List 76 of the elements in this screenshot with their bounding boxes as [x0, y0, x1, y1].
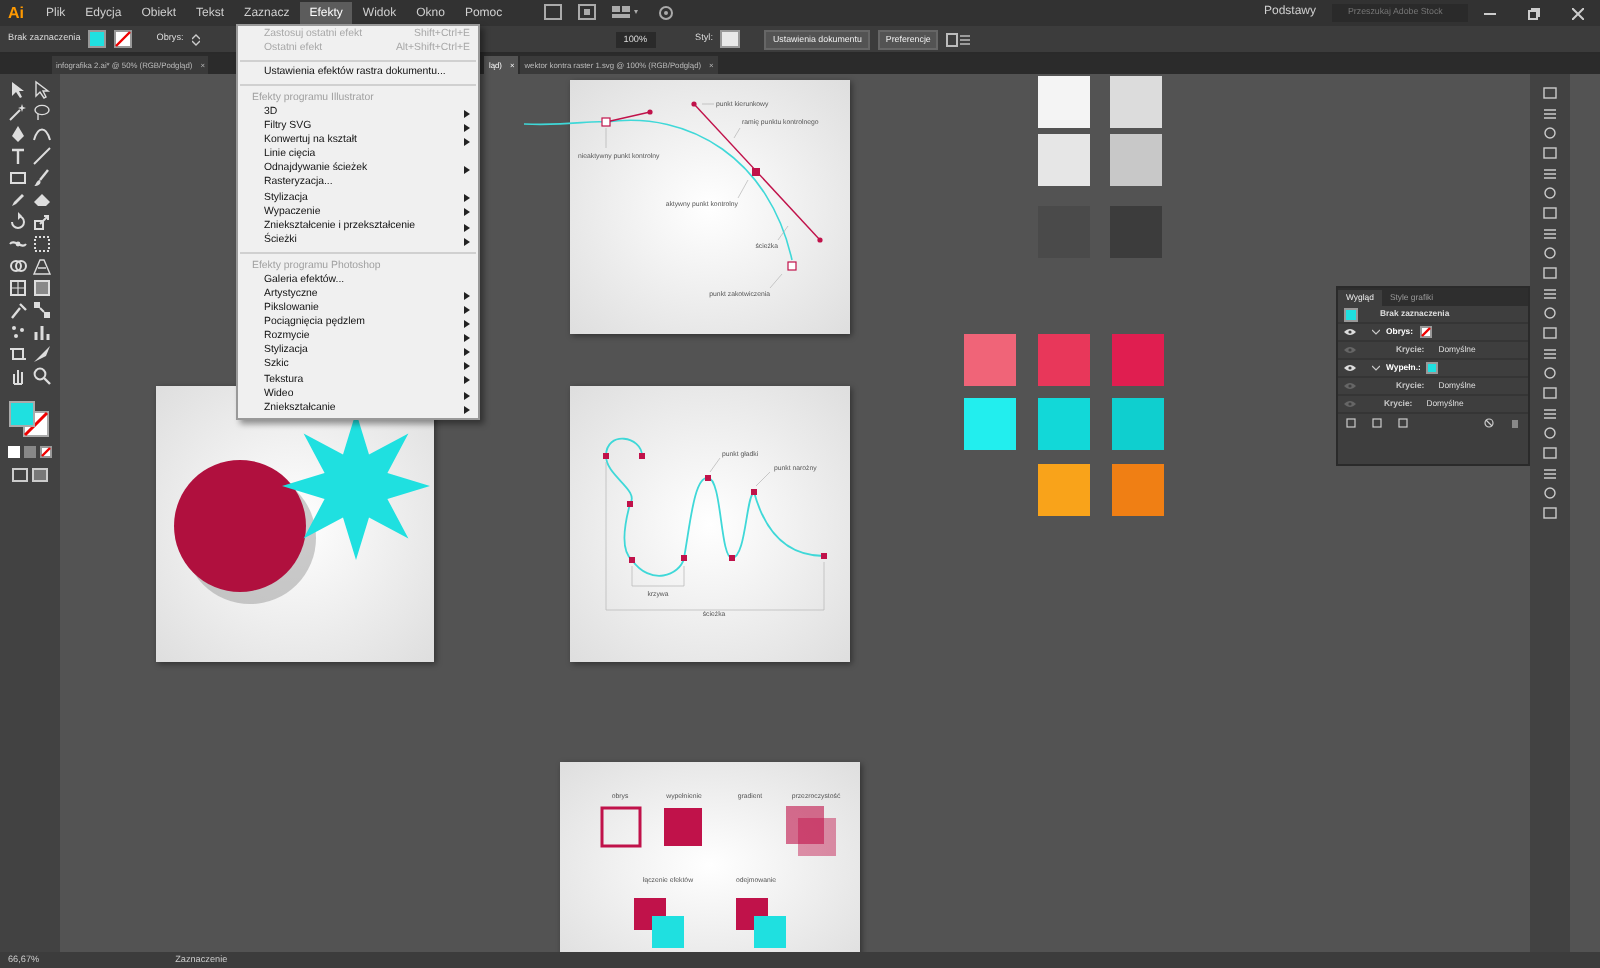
outlined-square — [600, 806, 642, 848]
stroke-swatch[interactable] — [1419, 326, 1431, 338]
zoom-icon[interactable] — [32, 366, 52, 386]
combined-squares — [634, 898, 684, 948]
rotate-icon[interactable] — [8, 212, 28, 232]
eraser-icon[interactable] — [32, 190, 52, 210]
panel-icon[interactable] — [1542, 466, 1558, 480]
line-segment-icon[interactable] — [32, 146, 52, 166]
rectangle-tool-icon[interactable] — [8, 168, 28, 188]
delete-icon[interactable] — [1510, 418, 1520, 428]
close-icon[interactable] — [1572, 7, 1584, 19]
bridge-icon[interactable] — [544, 4, 563, 20]
leader-line — [755, 471, 771, 487]
stroke-swatch[interactable] — [114, 30, 133, 48]
draw-mode-icon[interactable] — [12, 468, 28, 482]
scale-icon[interactable] — [32, 212, 52, 232]
leader-line — [737, 179, 749, 199]
leader-line — [709, 457, 721, 473]
magic-wand-icon[interactable] — [8, 102, 28, 122]
gpu-icon[interactable] — [656, 4, 677, 22]
direct-selection-icon[interactable] — [32, 80, 52, 100]
leader-line — [733, 127, 741, 139]
color-mode-icon[interactable] — [8, 446, 20, 458]
panel-icon[interactable] — [1542, 406, 1558, 420]
layout-icon[interactable] — [612, 4, 641, 20]
transparent-squares — [786, 806, 836, 856]
type-cursor-icon[interactable] — [8, 146, 28, 166]
filled-square — [664, 808, 702, 846]
leader-line — [777, 225, 789, 241]
shape-builder-icon[interactable] — [8, 256, 28, 276]
visibility-icon[interactable] — [1344, 328, 1356, 336]
paintbrush-icon[interactable] — [32, 168, 52, 188]
gradient-tool-icon[interactable] — [32, 278, 52, 298]
pencil-icon[interactable] — [8, 190, 28, 210]
none-mode-icon[interactable] — [40, 446, 52, 458]
clear-icon[interactable] — [1372, 418, 1382, 428]
eyedropper-icon[interactable] — [8, 300, 28, 320]
panel-icon[interactable] — [1542, 166, 1558, 180]
panel-icon[interactable] — [1542, 106, 1558, 120]
panel-icon[interactable] — [1542, 86, 1558, 100]
lasso-icon[interactable] — [32, 102, 52, 122]
fill-stroke-indicator[interactable] — [8, 399, 52, 440]
panel-icon[interactable] — [1542, 286, 1558, 300]
slice-icon[interactable] — [32, 344, 52, 364]
symbol-sprayer-icon[interactable] — [8, 322, 28, 342]
blend-tool-icon[interactable] — [32, 300, 52, 320]
stock-icon[interactable] — [578, 4, 597, 20]
fill-swatch[interactable] — [88, 30, 107, 48]
perspective-grid-icon[interactable] — [32, 256, 52, 276]
screen-mode-icon[interactable] — [32, 468, 48, 482]
minimize-icon[interactable] — [1484, 7, 1496, 19]
fill-swatch[interactable] — [1426, 362, 1439, 374]
pen-tool-icon[interactable] — [8, 124, 28, 144]
style-swatch[interactable] — [720, 30, 741, 48]
panel-icon[interactable] — [1542, 226, 1558, 240]
bar-graph-icon[interactable] — [32, 322, 52, 342]
prohibit-icon[interactable] — [1484, 418, 1494, 428]
arrange-icon[interactable] — [946, 31, 971, 47]
fill-swatch — [1344, 307, 1358, 321]
stepper-icon[interactable] — [191, 33, 200, 45]
artboard-tool-icon[interactable] — [8, 344, 28, 364]
subtracted-squares — [736, 898, 786, 948]
chevron-icon[interactable] — [1372, 364, 1380, 372]
app-logo: Ai — [8, 1, 24, 25]
mesh-tool-icon[interactable] — [8, 278, 28, 298]
leader-line — [769, 273, 783, 289]
new-layer-icon[interactable] — [1346, 418, 1356, 428]
chevron-icon[interactable] — [1372, 328, 1380, 336]
free-transform-icon[interactable] — [32, 234, 52, 254]
hand-icon[interactable] — [8, 366, 28, 386]
fx-icon[interactable] — [1398, 418, 1408, 428]
selection-tool-icon[interactable] — [8, 80, 28, 100]
restore-icon[interactable] — [1528, 7, 1540, 19]
visibility-icon[interactable] — [1344, 364, 1356, 372]
curvature-icon[interactable] — [32, 124, 52, 144]
panel-icon[interactable] — [1542, 346, 1558, 360]
